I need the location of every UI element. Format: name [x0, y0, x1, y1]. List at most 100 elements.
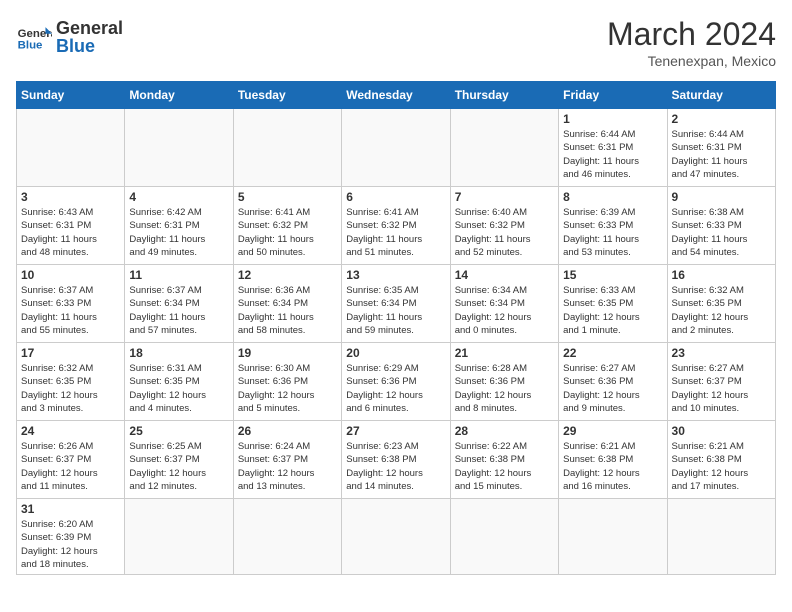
day-info: Sunrise: 6:21 AM Sunset: 6:38 PM Dayligh… — [672, 440, 771, 493]
day-info: Sunrise: 6:41 AM Sunset: 6:32 PM Dayligh… — [238, 206, 337, 259]
day-number: 6 — [346, 190, 445, 204]
day-info: Sunrise: 6:28 AM Sunset: 6:36 PM Dayligh… — [455, 362, 554, 415]
calendar-cell — [125, 499, 233, 575]
weekday-header-sunday: Sunday — [17, 82, 125, 109]
calendar-cell: 31Sunrise: 6:20 AM Sunset: 6:39 PM Dayli… — [17, 499, 125, 575]
calendar-cell: 2 Sunrise: 6:44 AM Sunset: 6:31 PM Daylig… — [667, 109, 775, 187]
day-number: 28 — [455, 424, 554, 438]
day-info: Sunrise: 6:30 AM Sunset: 6:36 PM Dayligh… — [238, 362, 337, 415]
day-number: 3 — [21, 190, 120, 204]
calendar-week-4: 24 Sunrise: 6:26 AM Sunset: 6:37 PM Dayli… — [17, 421, 776, 499]
calendar-cell — [559, 499, 667, 575]
svg-text:Blue: Blue — [18, 39, 43, 51]
calendar-cell: 7 Sunrise: 6:40 AM Sunset: 6:32 PM Daylig… — [450, 187, 558, 265]
day-number: 4 — [129, 190, 228, 204]
calendar-table: SundayMondayTuesdayWednesdayThursdayFrid… — [16, 81, 776, 575]
day-number: 18 — [129, 346, 228, 360]
day-info: Sunrise: 6:34 AM Sunset: 6:34 PM Dayligh… — [455, 284, 554, 337]
day-info: Sunrise: 6:29 AM Sunset: 6:36 PM Dayligh… — [346, 362, 445, 415]
day-info: Sunrise: 6:33 AM Sunset: 6:35 PM Dayligh… — [563, 284, 662, 337]
logo-icon: General Blue — [16, 19, 52, 55]
calendar-body: 1 Sunrise: 6:44 AM Sunset: 6:31 PM Daylig… — [17, 109, 776, 575]
weekday-header-row: SundayMondayTuesdayWednesdayThursdayFrid… — [17, 82, 776, 109]
day-info: Sunrise: 6:37 AM Sunset: 6:33 PM Dayligh… — [21, 284, 120, 337]
calendar-week-0: 1 Sunrise: 6:44 AM Sunset: 6:31 PM Daylig… — [17, 109, 776, 187]
day-number: 11 — [129, 268, 228, 282]
weekday-header-saturday: Saturday — [667, 82, 775, 109]
day-number: 14 — [455, 268, 554, 282]
day-info: Sunrise: 6:39 AM Sunset: 6:33 PM Dayligh… — [563, 206, 662, 259]
day-number: 31 — [21, 502, 120, 516]
calendar-cell: 18 Sunrise: 6:31 AM Sunset: 6:35 PM Dayli… — [125, 343, 233, 421]
day-number: 17 — [21, 346, 120, 360]
day-info: Sunrise: 6:32 AM Sunset: 6:35 PM Dayligh… — [21, 362, 120, 415]
day-number: 19 — [238, 346, 337, 360]
day-info: Sunrise: 6:38 AM Sunset: 6:33 PM Dayligh… — [672, 206, 771, 259]
calendar-cell: 19 Sunrise: 6:30 AM Sunset: 6:36 PM Dayli… — [233, 343, 341, 421]
day-number: 20 — [346, 346, 445, 360]
weekday-header-thursday: Thursday — [450, 82, 558, 109]
day-number: 22 — [563, 346, 662, 360]
calendar-cell — [17, 109, 125, 187]
calendar-cell: 17 Sunrise: 6:32 AM Sunset: 6:35 PM Dayli… — [17, 343, 125, 421]
day-number: 9 — [672, 190, 771, 204]
day-info: Sunrise: 6:32 AM Sunset: 6:35 PM Dayligh… — [672, 284, 771, 337]
calendar-cell — [667, 499, 775, 575]
day-number: 10 — [21, 268, 120, 282]
calendar-week-1: 3Sunrise: 6:43 AM Sunset: 6:31 PM Daylig… — [17, 187, 776, 265]
day-number: 27 — [346, 424, 445, 438]
header: General Blue General Blue March 2024 Ten… — [16, 16, 776, 69]
day-number: 29 — [563, 424, 662, 438]
day-number: 13 — [346, 268, 445, 282]
day-number: 24 — [21, 424, 120, 438]
calendar-week-5: 31Sunrise: 6:20 AM Sunset: 6:39 PM Dayli… — [17, 499, 776, 575]
day-info: Sunrise: 6:44 AM Sunset: 6:31 PM Dayligh… — [672, 128, 771, 181]
logo: General Blue General Blue — [16, 16, 123, 57]
weekday-header-tuesday: Tuesday — [233, 82, 341, 109]
day-number: 16 — [672, 268, 771, 282]
calendar-cell: 30Sunrise: 6:21 AM Sunset: 6:38 PM Dayli… — [667, 421, 775, 499]
day-info: Sunrise: 6:24 AM Sunset: 6:37 PM Dayligh… — [238, 440, 337, 493]
day-info: Sunrise: 6:44 AM Sunset: 6:31 PM Dayligh… — [563, 128, 662, 181]
calendar-cell — [342, 109, 450, 187]
calendar-cell: 20 Sunrise: 6:29 AM Sunset: 6:36 PM Dayli… — [342, 343, 450, 421]
calendar-cell — [342, 499, 450, 575]
day-info: Sunrise: 6:23 AM Sunset: 6:38 PM Dayligh… — [346, 440, 445, 493]
calendar-cell: 6 Sunrise: 6:41 AM Sunset: 6:32 PM Daylig… — [342, 187, 450, 265]
day-number: 2 — [672, 112, 771, 126]
calendar-cell — [450, 109, 558, 187]
day-info: Sunrise: 6:31 AM Sunset: 6:35 PM Dayligh… — [129, 362, 228, 415]
day-info: Sunrise: 6:21 AM Sunset: 6:38 PM Dayligh… — [563, 440, 662, 493]
day-info: Sunrise: 6:35 AM Sunset: 6:34 PM Dayligh… — [346, 284, 445, 337]
calendar-week-2: 10 Sunrise: 6:37 AM Sunset: 6:33 PM Dayli… — [17, 265, 776, 343]
day-number: 8 — [563, 190, 662, 204]
calendar-cell — [233, 499, 341, 575]
calendar-cell: 13 Sunrise: 6:35 AM Sunset: 6:34 PM Dayli… — [342, 265, 450, 343]
weekday-header-friday: Friday — [559, 82, 667, 109]
day-info: Sunrise: 6:42 AM Sunset: 6:31 PM Dayligh… — [129, 206, 228, 259]
calendar-cell — [125, 109, 233, 187]
calendar-cell: 16 Sunrise: 6:32 AM Sunset: 6:35 PM Dayli… — [667, 265, 775, 343]
calendar-cell: 5Sunrise: 6:41 AM Sunset: 6:32 PM Daylig… — [233, 187, 341, 265]
day-info: Sunrise: 6:41 AM Sunset: 6:32 PM Dayligh… — [346, 206, 445, 259]
day-number: 7 — [455, 190, 554, 204]
day-info: Sunrise: 6:26 AM Sunset: 6:37 PM Dayligh… — [21, 440, 120, 493]
day-number: 26 — [238, 424, 337, 438]
day-number: 15 — [563, 268, 662, 282]
calendar-cell: 10 Sunrise: 6:37 AM Sunset: 6:33 PM Dayli… — [17, 265, 125, 343]
weekday-header-wednesday: Wednesday — [342, 82, 450, 109]
day-number: 12 — [238, 268, 337, 282]
day-info: Sunrise: 6:37 AM Sunset: 6:34 PM Dayligh… — [129, 284, 228, 337]
day-info: Sunrise: 6:25 AM Sunset: 6:37 PM Dayligh… — [129, 440, 228, 493]
calendar-cell: 21Sunrise: 6:28 AM Sunset: 6:36 PM Dayli… — [450, 343, 558, 421]
day-info: Sunrise: 6:40 AM Sunset: 6:32 PM Dayligh… — [455, 206, 554, 259]
day-info: Sunrise: 6:27 AM Sunset: 6:36 PM Dayligh… — [563, 362, 662, 415]
calendar-cell: 27 Sunrise: 6:23 AM Sunset: 6:38 PM Dayli… — [342, 421, 450, 499]
calendar-cell: 1 Sunrise: 6:44 AM Sunset: 6:31 PM Daylig… — [559, 109, 667, 187]
day-number: 1 — [563, 112, 662, 126]
calendar-cell: 3Sunrise: 6:43 AM Sunset: 6:31 PM Daylig… — [17, 187, 125, 265]
weekday-header-monday: Monday — [125, 82, 233, 109]
calendar-week-3: 17 Sunrise: 6:32 AM Sunset: 6:35 PM Dayli… — [17, 343, 776, 421]
calendar-cell: 9 Sunrise: 6:38 AM Sunset: 6:33 PM Daylig… — [667, 187, 775, 265]
calendar-cell: 24 Sunrise: 6:26 AM Sunset: 6:37 PM Dayli… — [17, 421, 125, 499]
